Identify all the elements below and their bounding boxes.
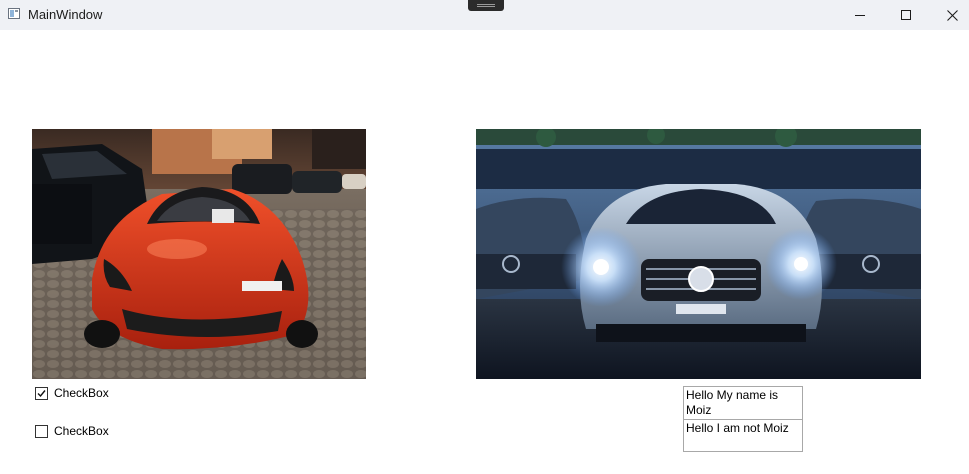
checkmark-icon bbox=[37, 389, 46, 397]
checkbox-box-checked[interactable] bbox=[35, 386, 48, 400]
red-ferrari-photo bbox=[32, 129, 366, 379]
list-item[interactable]: Hello I am not Moiz bbox=[684, 419, 802, 437]
silver-mercedes-photo bbox=[476, 129, 921, 379]
minimize-button[interactable] bbox=[837, 0, 883, 30]
checkbox-box-unchecked[interactable] bbox=[35, 424, 48, 438]
list-box[interactable]: Hello My name is Moiz Hello I am not Moi… bbox=[683, 386, 803, 452]
maximize-icon bbox=[901, 10, 911, 20]
app-window-icon bbox=[8, 8, 20, 19]
checkbox-2[interactable]: CheckBox bbox=[35, 423, 109, 439]
window-title: MainWindow bbox=[28, 7, 103, 22]
list-item[interactable]: Hello My name is Moiz bbox=[684, 387, 802, 419]
snap-handle[interactable] bbox=[468, 0, 504, 11]
checkbox-label: CheckBox bbox=[54, 386, 109, 400]
maximize-button[interactable] bbox=[883, 0, 929, 30]
close-button[interactable] bbox=[929, 0, 969, 30]
close-icon bbox=[946, 9, 958, 21]
minimize-icon bbox=[855, 15, 865, 16]
checkbox-1[interactable]: CheckBox bbox=[35, 385, 109, 401]
checkbox-label: CheckBox bbox=[54, 424, 109, 438]
title-bar[interactable]: MainWindow bbox=[0, 0, 969, 30]
